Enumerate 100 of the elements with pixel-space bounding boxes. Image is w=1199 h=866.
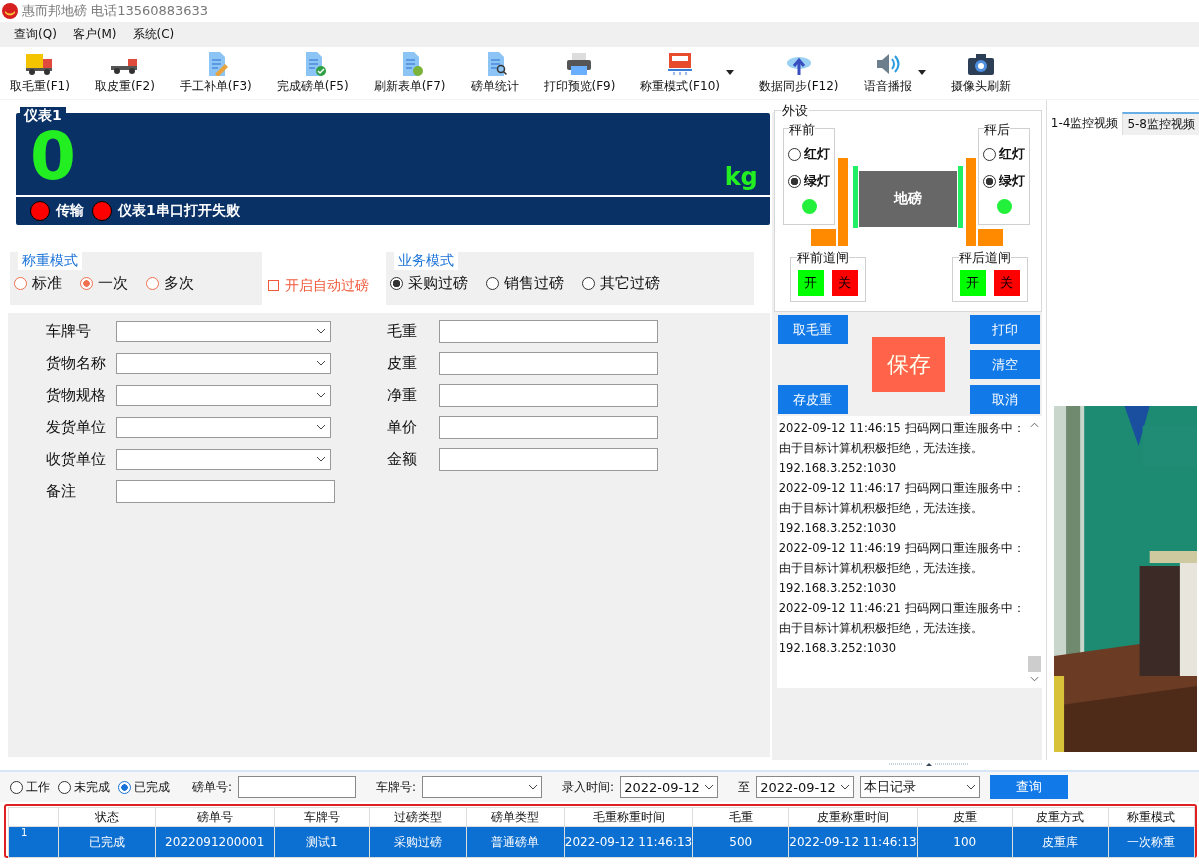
dropdown-field[interactable] [116, 320, 331, 342]
chevron-down-icon[interactable] [316, 360, 326, 366]
dropdown-field[interactable] [116, 448, 331, 470]
radio-option[interactable]: 采购过磅 [390, 274, 468, 293]
table-cell: 测试1 [274, 826, 370, 858]
query-button[interactable]: 查询 [990, 775, 1069, 799]
auto-pass-checkbox[interactable]: 开启自动过磅 [268, 252, 369, 305]
column-header[interactable]: 皮重 [917, 807, 1013, 827]
camera-icon [965, 51, 996, 76]
column-header[interactable]: 车牌号 [274, 807, 370, 827]
radio-option[interactable]: 标准 [14, 274, 62, 293]
gross-weight-button[interactable]: 取毛重 [777, 315, 848, 344]
column-header[interactable]: 称重模式 [1108, 807, 1195, 827]
dropdown-caret-icon[interactable] [726, 69, 734, 75]
column-header[interactable]: 过磅类型 [369, 807, 467, 827]
open-gate-button[interactable]: 开 [959, 270, 986, 296]
loaded-truck-icon [24, 51, 55, 76]
dropdown-field[interactable] [116, 416, 331, 438]
signal-lamp [801, 199, 817, 214]
chevron-down-icon[interactable] [316, 456, 326, 462]
close-gate-button[interactable]: 关 [993, 270, 1020, 296]
toolbar-button[interactable]: 刷新表单(F7) [367, 49, 452, 97]
close-gate-button[interactable]: 关 [831, 270, 858, 296]
text-field[interactable] [439, 383, 658, 407]
group-title: 外设 [780, 102, 809, 120]
radio-option[interactable]: 一次 [80, 274, 128, 293]
text-field[interactable] [116, 479, 335, 503]
log-address: 192.168.3.252:1030 [778, 640, 898, 657]
menu-item[interactable]: 查询(Q) [6, 26, 65, 43]
column-header[interactable]: 磅单类型 [466, 807, 565, 827]
dropdown-field[interactable] [116, 384, 331, 406]
clear-button[interactable]: 清空 [969, 350, 1040, 379]
text-field[interactable] [439, 447, 658, 471]
radio-option[interactable]: 绿灯 [982, 172, 1025, 190]
toolbar-button[interactable]: 取毛重(F1) [4, 49, 76, 97]
table-cell: 一次称重 [1108, 826, 1195, 858]
ticket-number-field[interactable] [238, 776, 357, 798]
log-message: 2022-09-12 11:46:15 扫码网口重连服务中：由于目标计算机积极拒绝，无法连接。 [778, 420, 1025, 457]
app-logo-icon [2, 3, 18, 19]
toolbar-button[interactable]: 数据同步(F12) [753, 49, 845, 97]
scroll-up-icon[interactable] [1029, 422, 1039, 428]
radio-option[interactable]: 红灯 [787, 145, 830, 163]
table-row[interactable]: 1 已完成 2022091200001 测试1 采购过磅 普通磅单 2022-09-12 11:46:13 500 2022-09-12 11:46:13 100 皮重库 一次称重 [8, 826, 1195, 858]
radio-option[interactable]: 工作 [10, 778, 50, 796]
text-field[interactable] [439, 319, 658, 343]
splitter-grip-icon[interactable] [889, 761, 969, 767]
chevron-down-icon[interactable] [704, 784, 715, 790]
toolbar-button[interactable]: 取皮重(F2) [88, 49, 161, 97]
radio-option[interactable]: 红灯 [982, 145, 1025, 163]
toolbar-button[interactable]: 摄像头刷新 [944, 49, 1017, 97]
field-label: 发货单位 [46, 417, 107, 437]
date-picker[interactable]: 2022-09-12 [620, 776, 719, 798]
radio-option[interactable]: 已完成 [118, 778, 170, 796]
dropdown-caret-icon[interactable] [917, 69, 926, 75]
text-field[interactable] [439, 351, 658, 375]
chevron-down-icon[interactable] [840, 784, 851, 790]
chevron-down-icon[interactable] [316, 392, 326, 398]
menu-item[interactable]: 系统(C) [124, 26, 183, 43]
dropdown-field[interactable] [116, 352, 331, 374]
cancel-button[interactable]: 取消 [969, 385, 1040, 414]
radio-option[interactable]: 多次 [146, 274, 194, 293]
chevron-down-icon[interactable] [966, 784, 977, 790]
toolbar-button[interactable]: 手工补单(F3) [173, 49, 258, 97]
open-gate-button[interactable]: 开 [797, 270, 824, 296]
scroll-down-icon[interactable] [1029, 676, 1039, 682]
column-header[interactable]: 状态 [58, 807, 156, 827]
toolbar-dropdown-button[interactable]: 称重模式(F10) [634, 49, 740, 97]
scroll-thumb[interactable] [1027, 656, 1041, 672]
radio-option[interactable]: 其它过磅 [582, 274, 660, 293]
field-label: 净重 [387, 385, 418, 405]
log-message: 2022-09-12 11:46:19 扫码网口重连服务中：由于目标计算机积极拒绝，无法连接。 [778, 540, 1025, 577]
video-tab[interactable]: 5-8监控视频 [1122, 112, 1199, 135]
toolbar-button[interactable]: 完成磅单(F5) [270, 49, 355, 97]
log-address: 192.168.3.252:1030 [778, 460, 898, 477]
column-header[interactable]: 毛重称重时间 [564, 807, 693, 827]
menu-item[interactable]: 客户(M) [64, 26, 125, 43]
radio-option[interactable]: 销售过磅 [486, 274, 564, 293]
toolbar-dropdown-button[interactable]: 语音播报 [857, 49, 932, 97]
range-dropdown[interactable]: 本日记录 [860, 776, 981, 798]
column-header[interactable]: 磅单号 [155, 807, 275, 827]
print-button[interactable]: 打印 [969, 315, 1040, 344]
text-field[interactable] [439, 415, 658, 439]
toolbar-button[interactable]: 打印预览(F9) [537, 49, 622, 97]
column-header[interactable]: 皮重方式 [1012, 807, 1109, 827]
chevron-down-icon[interactable] [316, 424, 326, 430]
weighbridge-platform: 地磅 [858, 171, 957, 227]
chevron-down-icon[interactable] [528, 784, 539, 790]
column-header[interactable]: 皮重称重时间 [788, 807, 918, 827]
log-message: 2022-09-12 11:46:21 扫码网口重连服务中：由于目标计算机积极拒绝，无法连接。 [778, 600, 1025, 637]
chevron-down-icon[interactable] [316, 328, 326, 334]
save-tare-button[interactable]: 存皮重 [777, 385, 848, 414]
toolbar-button[interactable]: 磅单统计 [464, 49, 525, 97]
table-cell: 已完成 [58, 826, 156, 858]
log-message: 2022-09-12 11:46:17 扫码网口重连服务中：由于目标计算机积极拒绝，无法连接。 [778, 480, 1025, 517]
table-cell: 2022-09-12 11:46:13 [564, 826, 693, 858]
group-title: 称重模式 [18, 252, 82, 270]
date-picker[interactable]: 2022-09-12 [756, 776, 855, 798]
radio-option[interactable]: 未完成 [58, 778, 110, 796]
radio-option[interactable]: 绿灯 [787, 172, 830, 190]
column-header[interactable]: 毛重 [692, 807, 789, 827]
